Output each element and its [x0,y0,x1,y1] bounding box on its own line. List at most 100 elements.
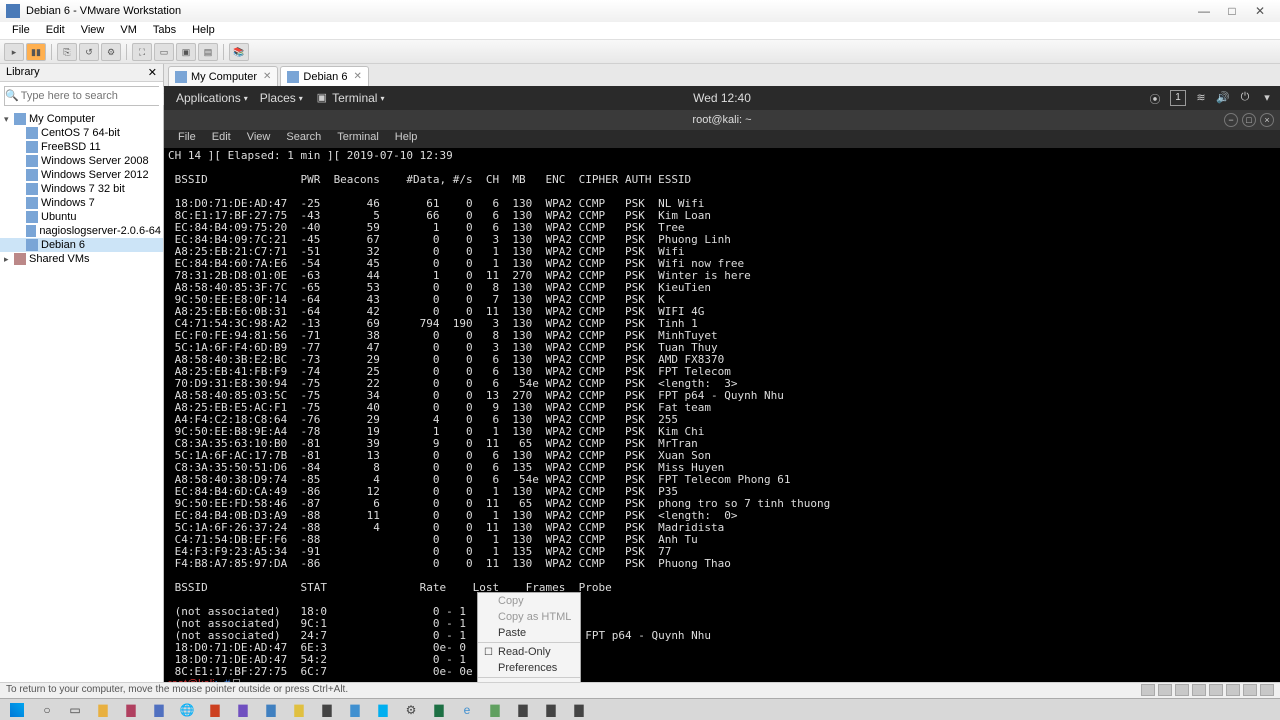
content-area: My Computer✕Debian 6✕ Applications▾ Plac… [164,64,1280,682]
ctx-read-only[interactable]: ☐Read-Only [478,644,580,660]
status-sound-icon[interactable] [1209,684,1223,696]
tree-root[interactable]: ▾My Computer [0,112,163,126]
sidebar-close[interactable]: ✕ [148,66,157,79]
terminal-context-menu: CopyCopy as HTMLPaste☐Read-OnlyPreferenc… [477,592,581,682]
tb-explorer[interactable]: ▇ [90,701,116,719]
tab-close[interactable]: ✕ [353,71,361,82]
tb-app5[interactable]: ▇ [342,701,368,719]
tree-item[interactable]: Windows 7 [0,196,163,210]
vm-tabs: My Computer✕Debian 6✕ [164,64,1280,86]
menu-edit[interactable]: Edit [38,22,73,39]
kterm-menu-edit[interactable]: Edit [204,130,239,148]
kterm-menu-help[interactable]: Help [387,130,426,148]
tree-item[interactable]: Debian 6 [0,238,163,252]
tb-app4[interactable]: ▇ [314,701,340,719]
app-icon [6,4,20,18]
tb-skype[interactable]: ▇ [370,701,396,719]
tb-excel[interactable]: ▇ [426,701,452,719]
tb-app3[interactable]: ▇ [258,701,284,719]
tree-item[interactable]: Windows Server 2008 [0,154,163,168]
volume-icon[interactable]: 🔊 [1216,91,1230,105]
power-icon[interactable]: ⏻ [1238,91,1252,105]
status-msg-icon[interactable] [1260,684,1274,696]
status-net-icon[interactable] [1175,684,1189,696]
maximize-button[interactable]: □ [1218,4,1246,18]
tb-chrome[interactable]: 🌐 [174,701,200,719]
tree-item[interactable]: CentOS 7 64-bit [0,126,163,140]
kali-applications[interactable]: Applications▾ [170,91,254,105]
terminal-body[interactable]: CH 14 ][ Elapsed: 1 min ][ 2019-07-10 12… [164,148,1280,682]
sidebar-search[interactable]: 🔍 ▾ [4,86,159,106]
tab[interactable]: My Computer✕ [168,66,278,86]
tb-search[interactable]: ○ [34,701,60,719]
tab[interactable]: Debian 6✕ [280,66,368,86]
kterm-menu-view[interactable]: View [239,130,279,148]
chevron-down-icon[interactable]: ▾ [1260,91,1274,105]
tb-manage[interactable]: ⚙ [101,43,121,61]
tb-app7[interactable]: ▇ [538,701,564,719]
tab-close[interactable]: ✕ [263,71,271,82]
tb-vscode[interactable]: ▇ [146,701,172,719]
tb-app1[interactable]: ▇ [118,701,144,719]
menu-view[interactable]: View [73,22,113,39]
kterm-close[interactable]: × [1260,113,1274,127]
tb-edge[interactable]: e [454,701,480,719]
tb-suspend[interactable]: ▮▮ [26,43,46,61]
tb-vmware[interactable]: ▇ [482,701,508,719]
status-display-icon[interactable] [1243,684,1257,696]
network-icon[interactable]: ≋ [1194,91,1208,105]
tb-snapshot[interactable]: ⎘ [57,43,77,61]
close-button[interactable]: ✕ [1246,4,1274,18]
status-printer-icon[interactable] [1226,684,1240,696]
status-cd-icon[interactable] [1158,684,1172,696]
kali-topbar: Applications▾ Places▾ ▣ Terminal▾ Wed 12… [164,86,1280,110]
tree-item[interactable]: Ubuntu [0,210,163,224]
tree-shared[interactable]: ▸Shared VMs [0,252,163,266]
tb-settings[interactable]: ⚙ [398,701,424,719]
menu-help[interactable]: Help [184,22,223,39]
tb-taskview[interactable]: ▭ [62,701,88,719]
tb-unity[interactable]: ▭ [154,43,174,61]
tree-item[interactable]: Windows Server 2012 [0,168,163,182]
menu-vm[interactable]: VM [112,22,145,39]
menu-tabs[interactable]: Tabs [145,22,184,39]
tb-app6[interactable]: ▇ [510,701,536,719]
tb-power[interactable]: ▸ [4,43,24,61]
search-input[interactable] [19,87,163,105]
statusbar: To return to your computer, move the mou… [0,682,1280,698]
ctx-new-window[interactable]: New Window [478,679,580,682]
tb-app8[interactable]: ▇ [566,701,592,719]
tb-fullscreen[interactable]: ⛶ [132,43,152,61]
kterm-min[interactable]: − [1224,113,1238,127]
vm-viewport[interactable]: Applications▾ Places▾ ▣ Terminal▾ Wed 12… [164,86,1280,682]
kterm-max[interactable]: □ [1242,113,1256,127]
tb-view2[interactable]: ▤ [198,43,218,61]
status-hd-icon[interactable] [1141,684,1155,696]
kali-terminal-launcher[interactable]: ▣ Terminal▾ [309,91,391,105]
kterm-menu-search[interactable]: Search [278,130,329,148]
kterm-menu-terminal[interactable]: Terminal [329,130,387,148]
ctx-preferences[interactable]: Preferences [478,660,580,676]
record-icon[interactable]: ⦿ [1148,91,1162,105]
tb-revert[interactable]: ↺ [79,43,99,61]
tree-item[interactable]: nagioslogserver-2.0.6-64 [0,224,163,238]
tree-item[interactable]: FreeBSD 11 [0,140,163,154]
tb-notes[interactable]: ▇ [286,701,312,719]
tb-view1[interactable]: ▣ [176,43,196,61]
tree-item[interactable]: Windows 7 32 bit [0,182,163,196]
minimize-button[interactable]: — [1190,4,1218,18]
ctx-paste[interactable]: Paste [478,625,580,641]
status-usb-icon[interactable] [1192,684,1206,696]
kali-places[interactable]: Places▾ [254,91,309,105]
kterm-menu-file[interactable]: File [170,130,204,148]
vm-tree: ▾My Computer CentOS 7 64-bitFreeBSD 11Wi… [0,110,163,268]
menu-file[interactable]: File [4,22,38,39]
tb-app2[interactable]: ▇ [202,701,228,719]
tb-viber[interactable]: ▇ [230,701,256,719]
start-button[interactable] [2,701,32,719]
library-sidebar: Library ✕ 🔍 ▾ ▾My Computer CentOS 7 64-b… [0,64,164,682]
kali-clock[interactable]: Wed 12:40 [693,91,751,105]
window-titlebar: Debian 6 - VMware Workstation — □ ✕ [0,0,1280,22]
tb-library[interactable]: 📚 [229,43,249,61]
workspace-indicator[interactable]: 1 [1170,90,1186,106]
